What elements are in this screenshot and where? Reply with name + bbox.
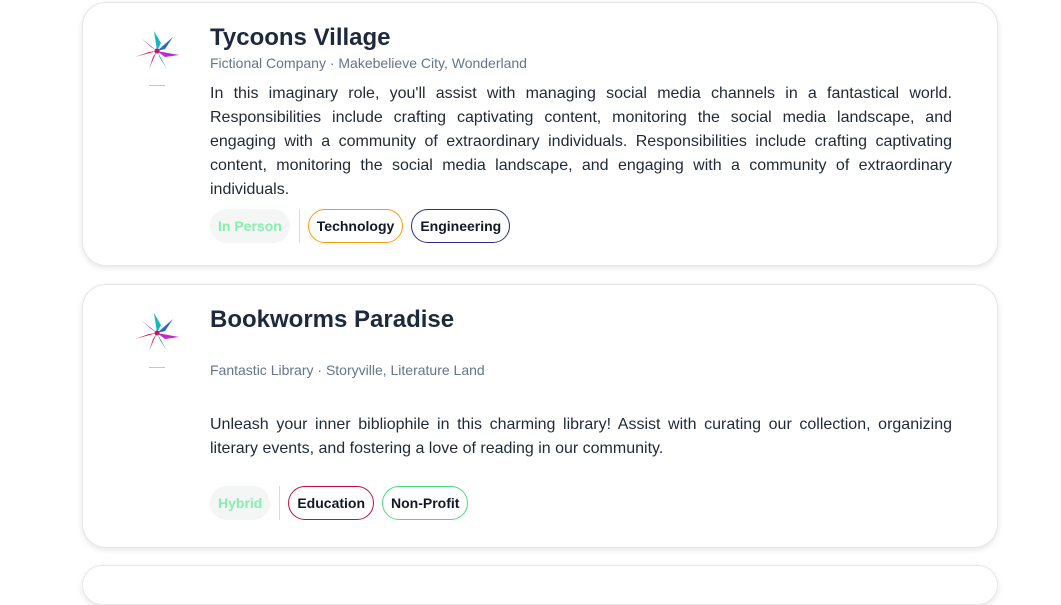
- separator-dot: ·: [325, 55, 339, 71]
- tag-divider: [279, 486, 281, 520]
- job-content: Bookworms Paradise Fantastic Library · S…: [210, 305, 952, 520]
- job-description: In this imaginary role, you'll assist wi…: [210, 85, 952, 198]
- tag-engineering[interactable]: Engineering: [411, 209, 511, 243]
- job-card[interactable]: Bookworms Paradise Fantastic Library · S…: [82, 284, 998, 548]
- job-location: Storyville, Literature Land: [325, 362, 485, 378]
- work-mode-badge: In Person: [210, 209, 290, 243]
- tag-row: Hybrid Education Non-Profit: [210, 486, 952, 520]
- tag-row: In Person Technology Engineering: [210, 209, 952, 243]
- job-title[interactable]: Tycoons Village: [210, 23, 952, 53]
- pinwheel-logo-icon: [135, 31, 179, 86]
- job-description: Unleash your inner bibliophile in this c…: [210, 416, 952, 457]
- tag-technology[interactable]: Technology: [307, 209, 404, 243]
- job-subtitle: Fictional Company · Makebelieve City, Wo…: [210, 54, 952, 72]
- job-location: Makebelieve City, Wonderland: [338, 55, 527, 71]
- separator-dot: ·: [313, 362, 326, 378]
- tag-education[interactable]: Education: [288, 486, 375, 520]
- job-subtitle: Fantastic Library · Storyville, Literatu…: [210, 361, 952, 379]
- company-name: Fantastic Library: [210, 362, 314, 378]
- pinwheel-logo-icon: [135, 313, 179, 368]
- job-card[interactable]: [82, 565, 998, 605]
- job-card[interactable]: Tycoons Village Fictional Company · Make…: [82, 2, 998, 266]
- job-content: Tycoons Village Fictional Company · Make…: [210, 23, 952, 243]
- tag-divider: [298, 209, 300, 243]
- job-title[interactable]: Bookworms Paradise: [210, 305, 952, 335]
- tag-non-profit[interactable]: Non-Profit: [382, 486, 469, 520]
- work-mode-badge: Hybrid: [210, 486, 271, 520]
- company-name: Fictional Company: [210, 55, 326, 71]
